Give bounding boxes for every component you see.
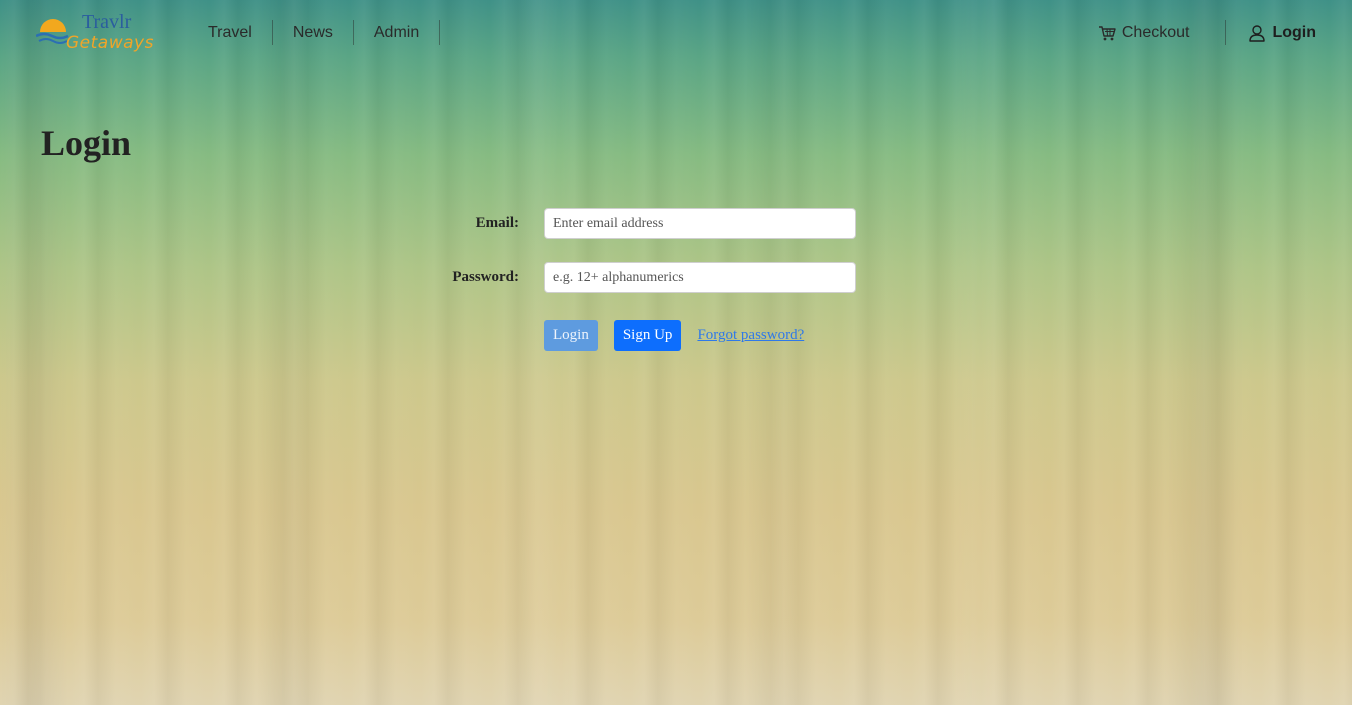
brand-line1: Travlr [82,11,132,33]
nav-login-link[interactable]: Login [1226,20,1316,45]
login-button[interactable]: Login [544,320,598,351]
password-row: Password: [420,262,856,293]
nav-travel[interactable]: Travel [188,20,273,45]
forgot-password-link[interactable]: Forgot password? [697,327,804,344]
login-nav-label: Login [1272,24,1316,41]
top-navbar: Travlr Getaways Travel News Admin Checko… [0,0,1352,64]
page-title: Login [41,123,132,163]
main-nav: Travel News Admin [188,20,441,45]
travlr-logo-icon: Travlr Getaways [35,11,154,53]
checkout-label: Checkout [1121,24,1190,41]
signup-button[interactable]: Sign Up [613,320,682,351]
brand-line2: Getaways [66,33,154,53]
password-field[interactable] [544,262,856,293]
nav-right: Checkout Login [1098,20,1316,45]
password-label: Password: [452,269,519,285]
form-actions: Login Sign Up Forgot password? [544,320,804,351]
email-field[interactable] [544,208,856,239]
user-icon [1249,24,1266,42]
checkout-link[interactable]: Checkout [1098,20,1227,45]
brand-logo[interactable]: Travlr Getaways [35,8,166,56]
shopping-cart-icon [1098,25,1116,40]
background-texture [0,0,1352,705]
email-label: Email: [475,215,519,231]
nav-news[interactable]: News [273,20,354,45]
nav-admin[interactable]: Admin [354,20,441,45]
email-row: Email: [420,208,856,239]
